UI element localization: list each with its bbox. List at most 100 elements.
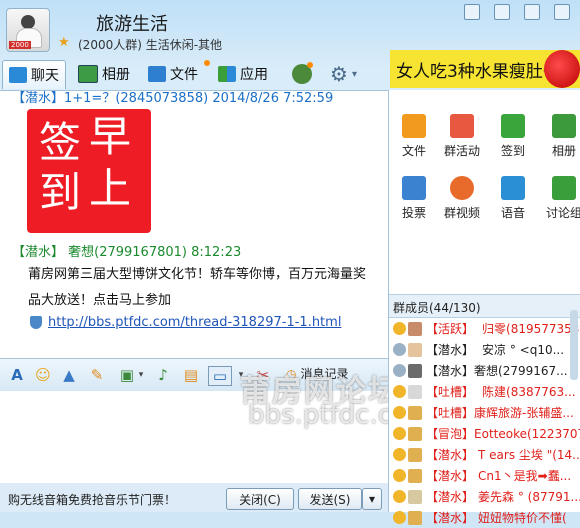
member-row[interactable]: 【吐槽】 康辉旅游-张辅盛... (389, 402, 580, 423)
member-row[interactable]: 【潜水】 T ears 尘埃 "(14... (389, 444, 580, 465)
member-row[interactable]: 【潜水】 Cn1丶是我➡蠢... (389, 465, 580, 486)
avatar (408, 405, 422, 420)
chevron-down-icon: ▾ (351, 68, 357, 80)
member-role: 【潜水】 (426, 469, 475, 483)
checkin-icon (501, 114, 525, 138)
app-activities[interactable]: 群活动 (437, 114, 487, 159)
app-grid: 文件 群活动 签到 相册 投票 群视频 语音 讨论组 (389, 90, 580, 290)
member-name: Cn1丶是我➡蠢... (478, 469, 572, 483)
app-label: 相册 (551, 144, 576, 158)
app-video[interactable]: 群视频 (437, 176, 487, 221)
maximize-icon[interactable] (524, 4, 540, 20)
app-album[interactable]: 相册 (539, 114, 580, 159)
member-name: T ears 尘埃 "(14... (478, 448, 580, 462)
app-label: 群视频 (443, 206, 480, 220)
apps-icon (218, 66, 236, 82)
emoji-icon[interactable]: ☺ (34, 366, 52, 384)
member-row[interactable]: 【潜水】 安凉 ° <q10... (389, 339, 580, 360)
member-role: 【冒泡】 (426, 427, 475, 441)
avatar (408, 363, 422, 378)
files-icon (402, 114, 426, 138)
member-list[interactable]: 【活跃】 归零(819577353) 【潜水】 安凉 ° <q10... 【潜水… (389, 318, 580, 528)
discussion-icon (552, 176, 576, 200)
member-row[interactable]: 【吐槽】 陈建(8387763... (389, 381, 580, 402)
rank-icon (393, 427, 406, 440)
message-text: 莆房网第三届大型博饼文化节！轿车等你博，百万元海量奖 (28, 267, 367, 282)
shake-icon[interactable]: ▲ (60, 366, 78, 384)
link-url[interactable]: http://bbs.ptfdc.com/thread-318297-1-1.h… (48, 315, 341, 330)
member-row[interactable]: 【潜水】 姜先森 ° (87791... (389, 486, 580, 507)
sticker-char: 上 (89, 164, 132, 213)
member-role: 【活跃】 (426, 322, 475, 336)
send-button[interactable]: 发送(S) (298, 488, 362, 510)
ad-banner[interactable]: 女人吃3种水果瘦肚子 (390, 50, 580, 88)
menu-icon[interactable] (464, 4, 480, 20)
avatar-head (21, 15, 35, 29)
avatar (408, 447, 422, 462)
tab-chat-label: 聊天 (31, 68, 59, 84)
tab-album[interactable]: 相册 (78, 60, 130, 88)
font-icon[interactable]: A (8, 366, 26, 384)
pen-icon[interactable]: ✎ (88, 366, 106, 384)
member-name: Eotteoke(1223707... (474, 426, 580, 441)
member-row[interactable]: 【潜水】 奢想(2799167... (389, 360, 580, 381)
activity-icon (450, 114, 474, 138)
sticker-image: 签 早 到 上 (27, 109, 151, 233)
folder-icon (148, 66, 166, 82)
member-row[interactable]: 【冒泡】 Eotteoke(1223707... (389, 423, 580, 444)
close-button[interactable]: 关闭(C) (226, 488, 294, 510)
promo-link[interactable]: 购无线音箱免费抢音乐节门票！ (8, 491, 176, 508)
member-name: 归零(819577353) (482, 322, 580, 336)
rank-icon (393, 406, 406, 419)
avatar (408, 489, 422, 504)
tab-files-label: 文件 (170, 67, 198, 83)
chat-icon (9, 67, 27, 83)
rank-icon (393, 469, 406, 482)
message-area[interactable]: 【潜水】1+1=？(2845073858) 2014/8/26 7:52:59 … (0, 90, 388, 359)
app-voice[interactable]: 语音 (488, 176, 538, 221)
avatar (408, 384, 422, 399)
app-label: 语音 (500, 206, 525, 220)
rank-icon (393, 385, 406, 398)
side-panel: 文件 群活动 签到 相册 投票 群视频 语音 讨论组 群成员(44/130) 【… (388, 90, 580, 525)
tab-files[interactable]: 文件 (148, 60, 198, 88)
tab-bar: 聊天 相册 文件 应用 ⚙ ▾ (0, 58, 390, 90)
tab-chat[interactable]: 聊天 (2, 60, 66, 89)
member-role: 【潜水】 (426, 343, 475, 357)
member-name: 康辉旅游-张辅盛... (474, 406, 574, 420)
app-files[interactable]: 文件 (389, 114, 439, 159)
file-icon[interactable]: ▤ (182, 366, 200, 384)
sticker-char: 签 (39, 118, 82, 167)
chevron-down-icon[interactable]: ▾ (132, 366, 150, 384)
member-role: 【吐槽】 (426, 385, 475, 399)
screenshot-icon[interactable]: ▭ (208, 366, 232, 386)
group-avatar[interactable]: 2000 (6, 8, 50, 52)
app-label: 签到 (500, 144, 525, 158)
shield-icon (30, 316, 42, 329)
tab-apps[interactable]: 应用 (218, 60, 268, 88)
music-icon[interactable]: ♪ (154, 366, 172, 384)
video-icon (450, 176, 474, 200)
members-header[interactable]: 群成员(44/130) (389, 294, 580, 318)
app-discussion[interactable]: 讨论组 (539, 176, 580, 221)
member-name: 陈建(8387763... (482, 385, 576, 399)
app-checkin[interactable]: 签到 (488, 114, 538, 159)
message-link[interactable]: http://bbs.ptfdc.com/thread-318297-1-1.h… (30, 315, 341, 330)
settings-button[interactable]: ⚙ ▾ (330, 60, 357, 88)
avatar (408, 510, 422, 525)
scrollbar[interactable] (570, 310, 578, 380)
avatar (408, 426, 422, 441)
group-subtitle: (2000人群) 生活休闲-其他 (78, 38, 223, 52)
minimize-icon[interactable] (494, 4, 510, 20)
notification-dot (307, 62, 313, 68)
member-row[interactable]: 【活跃】 归零(819577353) (389, 318, 580, 339)
close-icon[interactable] (554, 4, 570, 20)
app-label: 群活动 (443, 144, 480, 158)
avatar (408, 321, 422, 336)
member-role: 【潜水】 (426, 490, 475, 504)
avatar (408, 342, 422, 357)
app-vote[interactable]: 投票 (389, 176, 439, 221)
member-row[interactable]: 【潜水】 妞妞物特价不懂( (389, 507, 580, 528)
send-options-button[interactable]: ▾ (362, 488, 382, 510)
message-header: 【潜水】1+1=？(2845073858) 2014/8/26 7:52:59 (12, 91, 334, 106)
